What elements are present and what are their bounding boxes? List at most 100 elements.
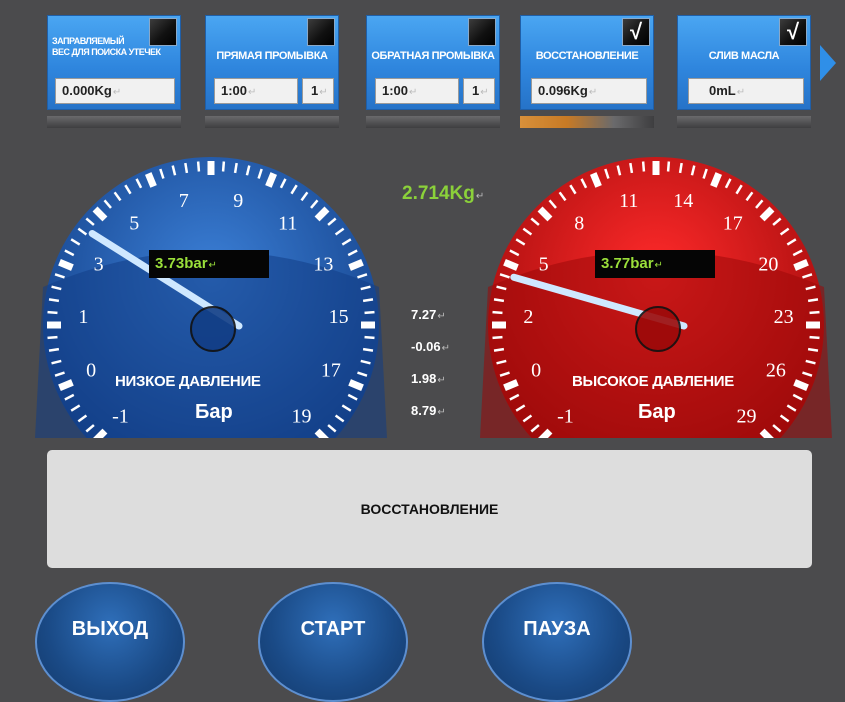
card-recovery-checkbox[interactable]: √ bbox=[622, 18, 650, 46]
gauge-tick-label: -1 bbox=[557, 406, 574, 428]
gauge-tick-label: 17 bbox=[321, 360, 341, 382]
gauge-tick-label: 13 bbox=[313, 254, 333, 276]
gauge-tick bbox=[362, 298, 374, 303]
gauge-tick-label: 23 bbox=[774, 306, 794, 328]
card-reverse-flush[interactable]: ОБРАТНАЯ ПРОМЫВКА 1:00↵ 1↵ bbox=[366, 15, 500, 110]
gauge-tick-label: 8 bbox=[574, 213, 584, 235]
pause-button[interactable]: ПАУЗА bbox=[482, 582, 632, 702]
gauge-tick bbox=[145, 172, 157, 188]
return-mark-icon: ↵ bbox=[437, 311, 446, 322]
return-mark-icon: ↵ bbox=[441, 343, 451, 354]
gauge-tick bbox=[364, 335, 375, 340]
card-oil-drain-title: СЛИВ МАСЛА bbox=[708, 50, 780, 62]
card-reverse-flush-checkbox[interactable] bbox=[468, 18, 496, 46]
gauge-tick-label: 0 bbox=[531, 360, 541, 382]
status-text: ВОССТАНОВЛЕНИЕ bbox=[360, 501, 499, 517]
total-weight-value: 2.714Kg bbox=[402, 183, 475, 204]
gauge-tick bbox=[503, 259, 519, 271]
card-leak-search-title-line2: ВЕС ДЛЯ ПОИСКА УТЕЧЕК bbox=[52, 47, 161, 57]
card-oil-drain[interactable]: √ СЛИВ МАСЛА 0mL↵ bbox=[677, 15, 811, 110]
gauge-tick-label: 11 bbox=[278, 213, 297, 235]
low-pressure-readout-value: 3.73bar bbox=[155, 255, 208, 272]
gauge-tick bbox=[233, 162, 238, 174]
high-pressure-readout: 3.77bar↵ bbox=[595, 250, 715, 278]
reverse-flush-time-field[interactable]: 1:00↵ bbox=[375, 78, 459, 104]
gauge-tick bbox=[678, 162, 683, 174]
center-value-4: 8.79↵ bbox=[411, 403, 446, 418]
gauge-tick bbox=[58, 379, 74, 391]
card-leak-search-weight[interactable]: ЗАПРАВЛЯЕМЫЙ ВЕС ДЛЯ ПОИСКА УТЕЧЕК 0.000… bbox=[47, 15, 181, 110]
oil-drain-volume-field[interactable]: 0mL↵ bbox=[688, 78, 804, 104]
gauge-tick bbox=[807, 347, 819, 352]
card-underline bbox=[677, 116, 811, 128]
gauge-tick bbox=[793, 379, 809, 391]
return-mark-icon: ↵ bbox=[475, 191, 485, 202]
card-forward-flush-title: ПРЯМАЯ ПРОМЫВКА bbox=[216, 50, 328, 62]
gauge-tick bbox=[196, 161, 201, 172]
low-pressure-dial: -101357 91113151719 bbox=[35, 157, 387, 438]
card-forward-flush[interactable]: ПРЯМАЯ ПРОМЫВКА 1:00↵ 1↵ bbox=[205, 15, 339, 110]
card-reverse-flush-title: ОБРАТНАЯ ПРОМЫВКА bbox=[371, 50, 495, 62]
reverse-flush-count-value: 1 bbox=[472, 83, 480, 98]
return-mark-icon: ↵ bbox=[437, 375, 446, 386]
gauge-tick bbox=[492, 335, 503, 340]
gauge-tick bbox=[184, 162, 189, 174]
gauge-tick bbox=[48, 347, 60, 352]
center-value-3: 1.98↵ bbox=[411, 371, 446, 386]
start-button[interactable]: СТАРТ bbox=[258, 582, 408, 702]
gauge-tick-label: 11 bbox=[619, 190, 638, 212]
exit-button[interactable]: ВЫХОД bbox=[35, 582, 185, 702]
low-pressure-unit: Бар bbox=[195, 401, 233, 423]
card-underline bbox=[47, 116, 181, 128]
gauge-tick-label: 14 bbox=[673, 190, 693, 212]
recovery-weight-value: 0.096Kg bbox=[538, 83, 588, 98]
gauge-tick-label: 1 bbox=[78, 306, 88, 328]
gauge-tick-label: 9 bbox=[233, 190, 243, 212]
return-mark-icon: ↵ bbox=[736, 87, 746, 98]
exit-button-label: ВЫХОД bbox=[71, 618, 149, 640]
center-value-3-text: 1.98 bbox=[411, 371, 437, 386]
gauge-tick bbox=[503, 379, 519, 391]
card-forward-flush-checkbox[interactable] bbox=[307, 18, 335, 46]
leak-search-weight-value: 0.000Kg bbox=[62, 83, 112, 98]
leak-search-weight-field[interactable]: 0.000Kg↵ bbox=[55, 78, 175, 104]
gauge-tick-label: 2 bbox=[523, 306, 533, 328]
gauge-tick bbox=[629, 162, 634, 174]
return-mark-icon: ↵ bbox=[654, 260, 663, 271]
card-recovery[interactable]: √ ВОССТАНОВЛЕНИЕ 0.096Kg↵ bbox=[520, 15, 654, 110]
reverse-flush-time-value: 1:00 bbox=[382, 83, 409, 98]
low-pressure-gauge: -1 0 1 3 5 7 9 11 13 15 17 19 3.73bar↵ НИЗКОЕ ДАВЛЕ… bbox=[35, 155, 387, 438]
gauge-tick bbox=[492, 310, 503, 315]
reverse-flush-count-field[interactable]: 1↵ bbox=[463, 78, 495, 104]
high-pressure-unit: Бар bbox=[638, 401, 676, 423]
card-recovery-title: ВОССТАНОВЛЕНИЕ bbox=[535, 50, 639, 62]
gauge-tick bbox=[348, 379, 364, 391]
check-mark-icon: √ bbox=[629, 19, 643, 44]
forward-flush-time-field[interactable]: 1:00↵ bbox=[214, 78, 298, 104]
gauge-tick-label: 19 bbox=[292, 406, 312, 428]
gauge-tick bbox=[590, 172, 602, 188]
gauge-tick bbox=[807, 298, 819, 303]
card-underline bbox=[205, 116, 339, 128]
gauge-tick bbox=[493, 347, 505, 352]
start-button-label: СТАРТ bbox=[300, 618, 366, 640]
card-underline bbox=[366, 116, 500, 128]
gauge-tick-label: 5 bbox=[129, 213, 139, 235]
return-mark-icon: ↵ bbox=[112, 87, 122, 98]
next-arrow-icon[interactable] bbox=[820, 45, 836, 81]
card-oil-drain-checkbox[interactable]: √ bbox=[779, 18, 807, 46]
gauge-tick bbox=[47, 310, 58, 315]
high-pressure-dial: -1 0 2 5 8 11 14 17 20 23 26 29 bbox=[480, 157, 832, 438]
low-pressure-readout: 3.73bar↵ bbox=[149, 250, 269, 278]
gauge-tick-label: 7 bbox=[179, 190, 189, 212]
gauge-tick-label: 15 bbox=[329, 306, 349, 328]
card-leak-search-title: ЗАПРАВЛЯЕМЫЙ ВЕС ДЛЯ ПОИСКА УТЕЧЕК bbox=[52, 36, 176, 58]
center-value-1-text: 7.27 bbox=[411, 307, 437, 322]
forward-flush-count-field[interactable]: 1↵ bbox=[302, 78, 334, 104]
low-pressure-label: НИЗКОЕ ДАВЛЕНИЕ bbox=[115, 373, 261, 390]
recovery-weight-field[interactable]: 0.096Kg↵ bbox=[531, 78, 647, 104]
high-pressure-label: ВЫСОКОЕ ДАВЛЕНИЕ bbox=[572, 373, 734, 390]
center-value-2-text: -0.06 bbox=[411, 339, 441, 354]
high-pressure-readout-value: 3.77bar bbox=[601, 255, 654, 272]
return-mark-icon: ↵ bbox=[409, 87, 418, 98]
